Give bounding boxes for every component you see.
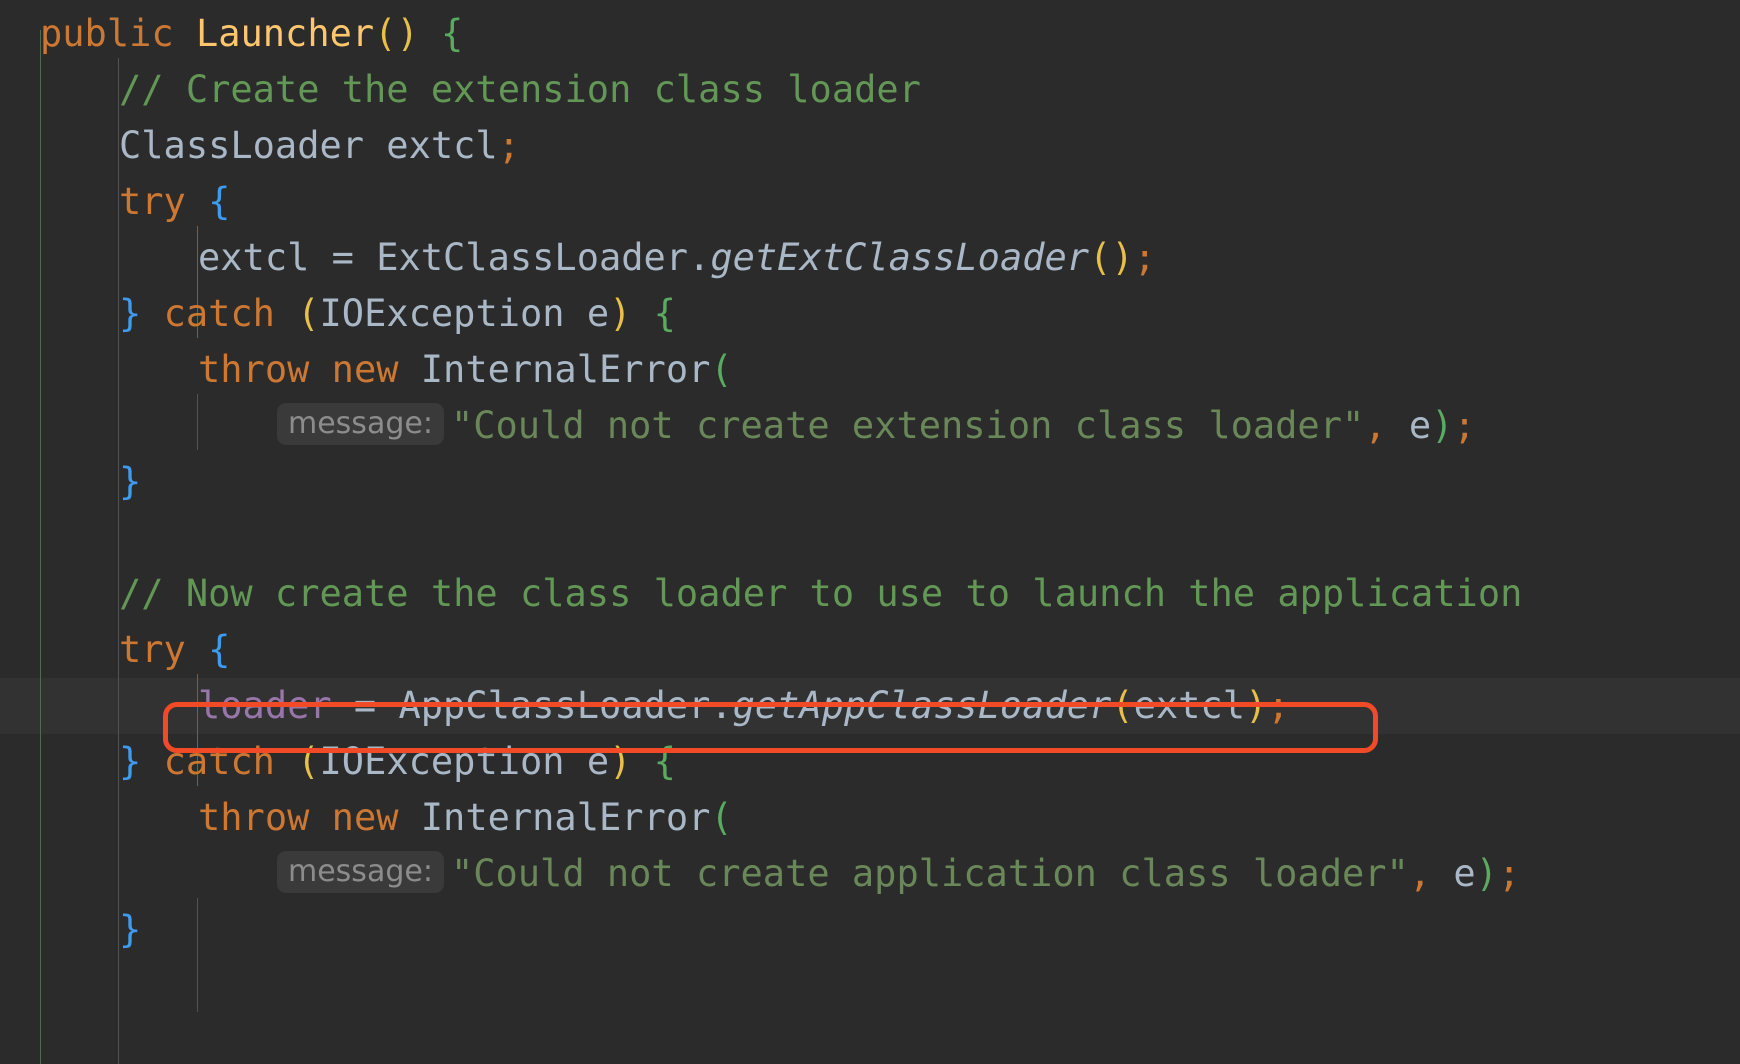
token-identifier: InternalError <box>420 796 711 839</box>
token-identifier: e <box>1408 404 1432 447</box>
token-bracket-green: { <box>653 740 676 783</box>
token-keyword: ; <box>1267 684 1290 727</box>
code-line[interactable]: public Launcher() { <box>0 6 463 62</box>
token-bracket-yellow: ) <box>396 12 419 55</box>
token-bracket-yellow: ( <box>374 12 397 55</box>
code-line[interactable]: // Now create the class loader to use to… <box>0 566 1522 622</box>
token-bracket-yellow: ) <box>609 292 632 335</box>
token-keyword: throw <box>198 348 310 391</box>
code-line[interactable]: try { <box>0 174 230 230</box>
token-bracket-blue: } <box>119 292 142 335</box>
token-keyword: catch <box>163 292 275 335</box>
token-keyword: new <box>331 796 399 839</box>
code-line[interactable] <box>0 510 40 566</box>
code-line[interactable]: message: "Could not create application cl… <box>0 846 1520 902</box>
token-identifier: = AppClassLoader. <box>331 684 733 727</box>
token-identifier: InternalError <box>420 348 711 391</box>
code-line[interactable]: } <box>0 454 141 510</box>
token-bracket-green: { <box>441 12 464 55</box>
code-line[interactable]: ClassLoader extcl; <box>0 118 520 174</box>
token-string: "Could not create extension class loader… <box>450 404 1365 447</box>
code-line[interactable]: throw new InternalError( <box>0 790 733 846</box>
token-bracket-green: ( <box>710 796 733 839</box>
token-keyword: new <box>331 348 399 391</box>
token-keyword: ; <box>1453 404 1476 447</box>
token-bracket-blue: { <box>208 180 231 223</box>
parameter-hint-badge[interactable]: message: <box>277 403 444 445</box>
code-line[interactable]: throw new InternalError( <box>0 342 733 398</box>
token-bracket-green: ) <box>1475 852 1498 895</box>
token-bracket-blue: } <box>119 740 142 783</box>
code-line[interactable]: loader = AppClassLoader. getAppClassLoade… <box>0 678 1290 734</box>
token-class-name: Launcher <box>195 12 375 55</box>
token-keyword: ; <box>497 124 520 167</box>
token-bracket-blue: { <box>208 628 231 671</box>
token-bracket-yellow: ( <box>297 292 320 335</box>
code-content[interactable]: public Launcher() {// Create the extensi… <box>0 0 1740 1064</box>
token-identifier: extcl = ExtClassLoader. <box>198 236 711 279</box>
token-identifier: e <box>1453 852 1476 895</box>
token-keyword: throw <box>198 796 310 839</box>
token-bracket-green: ) <box>1431 404 1454 447</box>
token-comment: // Now create the class loader to use to… <box>119 572 1523 615</box>
token-string: "Could not create application class load… <box>450 852 1409 895</box>
token-bracket-green: { <box>653 292 676 335</box>
token-keyword: try <box>119 628 186 671</box>
code-line[interactable]: } <box>0 902 141 958</box>
token-bracket-yellow: ( <box>1111 684 1134 727</box>
token-keyword: , <box>1408 852 1432 895</box>
token-bracket-yellow: ( <box>297 740 320 783</box>
token-identifier: IOException e <box>319 292 610 335</box>
code-line[interactable]: } catch (IOException e) { <box>0 286 676 342</box>
token-keyword: public <box>40 12 174 55</box>
token-bracket-yellow: ( <box>1089 236 1112 279</box>
code-line[interactable]: message: "Could not create extension clas… <box>0 398 1476 454</box>
code-line[interactable]: extcl = ExtClassLoader. getExtClassLoader… <box>0 230 1156 286</box>
token-keyword: ; <box>1497 852 1521 895</box>
token-method: getExtClassLoader <box>710 236 1090 279</box>
parameter-hint-badge[interactable]: message: <box>277 851 444 893</box>
token-bracket-yellow: ) <box>1245 684 1268 727</box>
token-keyword: try <box>119 180 186 223</box>
token-bracket-yellow: ) <box>609 740 632 783</box>
token-bracket-yellow: ) <box>1111 236 1134 279</box>
token-identifier: extcl <box>1133 684 1245 727</box>
token-identifier: ClassLoader extcl <box>119 124 498 167</box>
token-bracket-green: ( <box>710 348 733 391</box>
token-identifier: IOException e <box>319 740 610 783</box>
token-keyword: , <box>1364 404 1387 447</box>
code-editor[interactable]: public Launcher() {// Create the extensi… <box>0 0 1740 1064</box>
code-line[interactable]: try { <box>0 622 230 678</box>
token-keyword: catch <box>163 740 275 783</box>
token-comment: // Create the extension class loader <box>119 68 921 111</box>
token-method: getAppClassLoader <box>732 684 1112 727</box>
token-bracket-blue: } <box>119 460 142 503</box>
code-line[interactable]: } catch (IOException e) { <box>0 734 676 790</box>
token-keyword: ; <box>1133 236 1156 279</box>
token-bracket-blue: } <box>119 908 142 951</box>
token-field: loader <box>198 684 332 727</box>
code-line[interactable]: // Create the extension class loader <box>0 62 921 118</box>
